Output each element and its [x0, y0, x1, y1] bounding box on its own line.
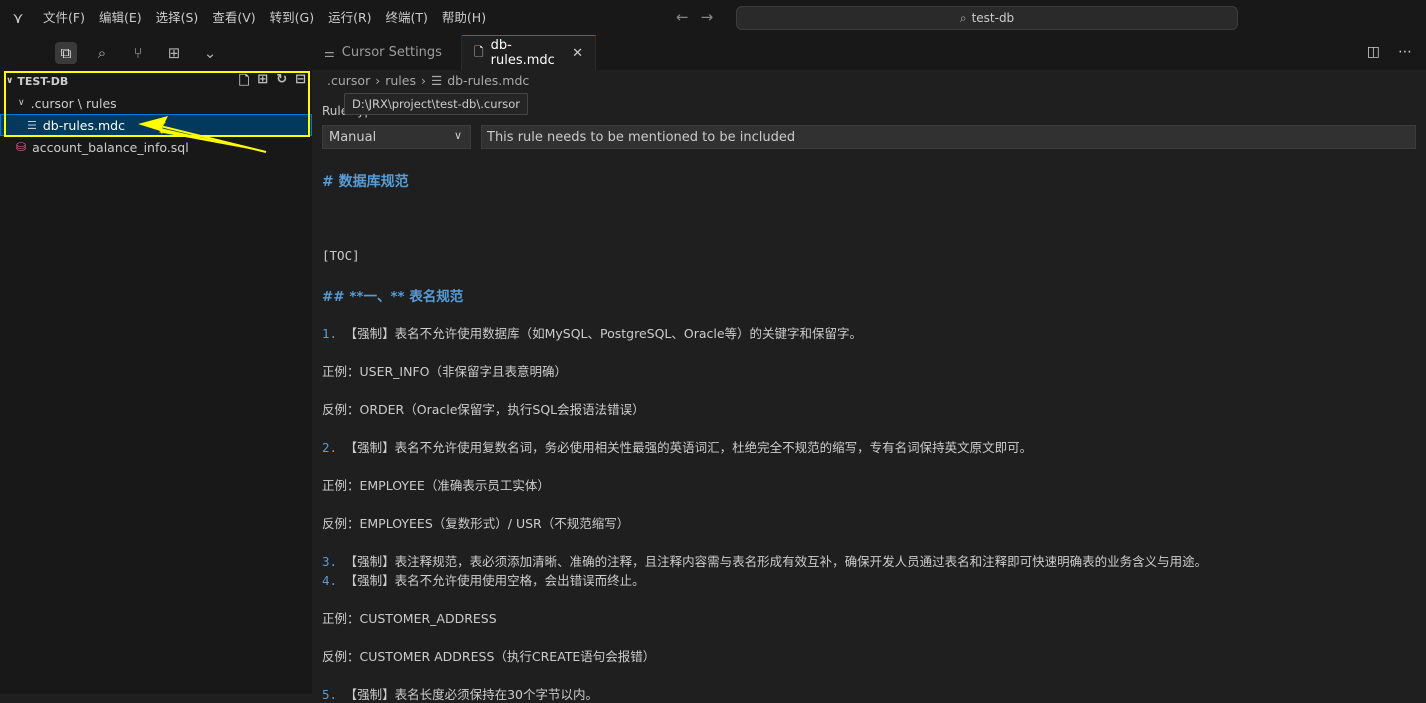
heading-1: # 数据库规范	[322, 174, 409, 190]
rule-type-select[interactable]: Manual ∨	[322, 125, 471, 149]
markdown-file-icon: ☰	[27, 118, 37, 132]
chevron-right-icon: ›	[375, 73, 381, 88]
breadcrumb-item[interactable]: db-rules.mdc	[447, 73, 529, 88]
breadcrumb: .cursor › rules › ☰ db-rules.mdc	[327, 73, 529, 88]
source-control-icon[interactable]: ⑂	[127, 42, 149, 64]
title-bar: ⋎ 文件(F) 编辑(E) 选择(S) 查看(V) 转到(G) 运行(R) 终端…	[0, 0, 1426, 35]
menu-view[interactable]: 查看(V)	[205, 0, 262, 35]
explorer-actions: 🗋 ⊞ ↻ ⊟	[239, 72, 306, 94]
refresh-icon[interactable]: ↻	[276, 72, 287, 94]
editor-tab-bar: ⚌ Cursor Settings 🗋 db-rules.mdc ✕ ◫ ⋯	[312, 35, 1426, 70]
command-center-search[interactable]: ⌕ test-db	[736, 6, 1238, 30]
editor-actions: ◫ ⋯	[1367, 44, 1412, 60]
chevron-down-icon: ∨	[6, 76, 14, 86]
database-file-icon: ⛁	[16, 140, 27, 154]
search-view-icon[interactable]: ⌕	[91, 42, 113, 64]
rule-description-value: This rule needs to be mentioned to be in…	[487, 129, 796, 145]
explorer-icon[interactable]: ⧉	[55, 41, 77, 64]
list-item-2: 2. 【强制】表名不允许使用复数名词，务必使用相关性最强的英语词汇，杜绝完全不规…	[322, 440, 1033, 455]
root-folder-name: TEST-DB	[17, 74, 69, 88]
rule-type-value: Manual	[329, 129, 377, 145]
forward-arrow-icon[interactable]: →	[701, 8, 714, 26]
path-tooltip: D:\JRX\project\test-db\.cursor	[344, 93, 528, 115]
menu-terminal[interactable]: 终端(T)	[379, 0, 435, 35]
tree-file-db-rules[interactable]: ☰ db-rules.mdc	[0, 114, 312, 136]
more-actions-icon[interactable]: ⋯	[1398, 44, 1412, 60]
menu-select[interactable]: 选择(S)	[149, 0, 206, 35]
file-icon: 🗋	[474, 44, 484, 59]
chevron-down-icon: ∨	[453, 129, 462, 142]
tab-label: db-rules.mdc	[490, 38, 555, 68]
search-text: test-db	[971, 11, 1015, 25]
menu-edit[interactable]: 编辑(E)	[92, 0, 149, 35]
cursor-logo-icon: ⋎	[12, 8, 24, 27]
toc-marker: [TOC]	[322, 248, 360, 263]
split-editor-icon[interactable]: ◫	[1367, 44, 1380, 60]
search-icon: ⌕	[959, 10, 967, 25]
settings-sliders-icon: ⚌	[324, 45, 335, 60]
back-arrow-icon[interactable]: ←	[676, 8, 689, 26]
chevron-right-icon: ›	[420, 73, 426, 88]
explorer-root-header[interactable]: ∨ TEST-DB 🗋 ⊞ ↻ ⊟	[0, 70, 312, 92]
close-icon[interactable]: ✕	[572, 46, 583, 61]
list-item-1: 1. 【强制】表名不允许使用数据库（如MySQL、PostgreSQL、Orac…	[322, 326, 863, 341]
example-positive-2: 正例：EMPLOYEE（准确表示员工实体）	[322, 478, 550, 493]
folder-label: .cursor \ rules	[30, 95, 117, 111]
sidebar: ⧉ ⌕ ⑂ ⊞ ⌄ ∨ TEST-DB 🗋 ⊞ ↻ ⊟ ∨ .cursor \ …	[0, 35, 312, 694]
new-file-icon[interactable]: 🗋	[239, 72, 249, 94]
chevron-down-icon: ∨	[18, 98, 25, 108]
chevron-down-icon[interactable]: ⌄	[199, 42, 221, 64]
example-negative-2: 反例：EMPLOYEES（复数形式）/ USR（不规范缩写）	[322, 516, 630, 531]
list-item-3: 3. 【强制】表注释规范，表必须添加清晰、准确的注释，且注释内容需与表名形成有效…	[322, 554, 1208, 569]
heading-2: ## **一、** 表名规范	[322, 289, 464, 305]
menu-run[interactable]: 运行(R)	[321, 0, 378, 35]
nav-arrows: ← →	[676, 8, 713, 26]
extensions-icon[interactable]: ⊞	[163, 42, 185, 64]
breadcrumb-item[interactable]: .cursor	[327, 73, 370, 88]
tree-file-sql[interactable]: ⛁ account_balance_info.sql	[0, 136, 312, 158]
sidebar-toolbar: ⧉ ⌕ ⑂ ⊞ ⌄	[0, 35, 312, 70]
breadcrumb-item[interactable]: rules	[385, 73, 416, 88]
menu-file[interactable]: 文件(F)	[36, 0, 92, 35]
example-positive-1: 正例：USER_INFO（非保留字且表意明确）	[322, 364, 567, 379]
menu-go[interactable]: 转到(G)	[263, 0, 321, 35]
tab-label: Cursor Settings	[341, 45, 442, 60]
menu-bar: 文件(F) 编辑(E) 选择(S) 查看(V) 转到(G) 运行(R) 终端(T…	[36, 0, 493, 35]
menu-help[interactable]: 帮助(H)	[435, 0, 493, 35]
example-negative-1: 反例：ORDER（Oracle保留字，执行SQL会报语法错误）	[322, 402, 645, 417]
example-positive-4: 正例：CUSTOMER_ADDRESS	[322, 611, 497, 626]
list-item-4: 4. 【强制】表名不允许使用使用空格，会出错误而终止。	[322, 573, 645, 588]
file-label: db-rules.mdc	[42, 117, 125, 133]
tab-db-rules[interactable]: 🗋 db-rules.mdc ✕	[462, 35, 596, 70]
collapse-all-icon[interactable]: ⊟	[295, 72, 306, 94]
rule-description-input[interactable]: This rule needs to be mentioned to be in…	[481, 125, 1416, 149]
file-label: account_balance_info.sql	[32, 139, 189, 155]
example-negative-4: 反例：CUSTOMER ADDRESS（执行CREATE语句会报错）	[322, 649, 656, 664]
file-icon: ☰	[430, 73, 443, 88]
tab-cursor-settings[interactable]: ⚌ Cursor Settings	[312, 35, 462, 70]
tree-folder-cursor-rules[interactable]: ∨ .cursor \ rules	[0, 92, 312, 114]
new-folder-icon[interactable]: ⊞	[257, 72, 268, 94]
